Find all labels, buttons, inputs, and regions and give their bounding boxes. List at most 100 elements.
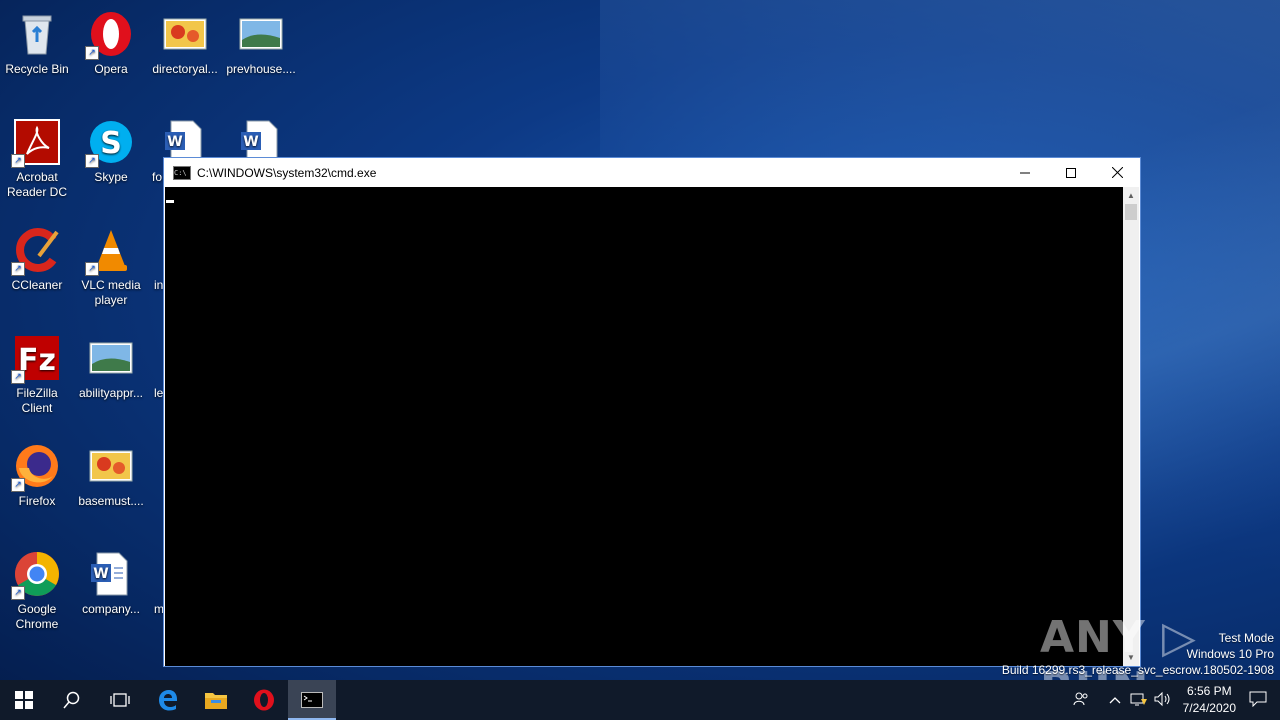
- desktop-icon-label: Skype: [94, 170, 128, 184]
- taskbar-opera[interactable]: [240, 680, 288, 720]
- shortcut-arrow-icon: ↗: [11, 262, 25, 276]
- desktop-icon-label: abilityappr...: [78, 386, 144, 400]
- shortcut-arrow-icon: ↗: [11, 370, 25, 384]
- console-area[interactable]: [165, 187, 1124, 666]
- desktop-icon-acrobat[interactable]: ↗ Acrobat Reader DC: [0, 112, 74, 200]
- clock-time: 6:56 PM: [1186, 684, 1232, 698]
- clock-date: 7/24/2020: [1182, 701, 1236, 715]
- taskbar-cmd[interactable]: [288, 680, 336, 720]
- action-center-button[interactable]: [1246, 691, 1270, 710]
- system-tray: 6:56 PM 7/24/2020: [1069, 680, 1280, 720]
- desktop-icon-label: VLC media player: [81, 278, 141, 307]
- cmd-icon: C:\: [173, 165, 191, 180]
- vertical-scrollbar[interactable]: ▲ ▼: [1123, 187, 1139, 666]
- search-icon: [63, 691, 80, 709]
- desktop-icon-ccleaner[interactable]: ↗ CCleaner: [0, 220, 74, 293]
- image-file-icon: [87, 442, 135, 490]
- shortcut-arrow-icon: ↗: [11, 154, 25, 168]
- taskbar: 6:56 PM 7/24/2020: [0, 680, 1280, 720]
- desktop-icon-directoryal[interactable]: directoryal...: [148, 4, 222, 77]
- desktop-icon-label: FileZilla Client: [16, 386, 58, 415]
- volume-icon: [1154, 691, 1170, 706]
- desktop-icon-recycle-bin[interactable]: Recycle Bin: [0, 4, 74, 77]
- recycle-bin-icon: [13, 10, 61, 58]
- desktop-icon-label: directoryal...: [152, 62, 218, 76]
- network-button[interactable]: [1127, 691, 1151, 710]
- text-cursor: [166, 200, 174, 203]
- window-titlebar[interactable]: C:\ C:\WINDOWS\system32\cmd.exe: [164, 158, 1140, 187]
- desktop-icon-firefox[interactable]: ↗ Firefox: [0, 436, 74, 509]
- watermark-line: Test Mode: [1218, 631, 1274, 645]
- word-document-icon: W: [87, 550, 135, 598]
- windows-logo-icon: [15, 691, 33, 709]
- people-icon: [1073, 692, 1088, 705]
- minimize-button[interactable]: [1002, 158, 1048, 187]
- notification-icon: [1249, 691, 1267, 707]
- desktop-icon-filezilla[interactable]: Fz ↗ FileZilla Client: [0, 328, 74, 416]
- desktop-icon-abilityappr[interactable]: abilityappr...: [74, 328, 148, 401]
- start-button[interactable]: [0, 680, 48, 720]
- acrobat-icon: ↗: [11, 118, 61, 168]
- svg-text:W: W: [167, 134, 182, 150]
- close-button[interactable]: [1094, 158, 1140, 187]
- test-mode-watermark: Test Mode Windows 10 Pro Build 16299.rs3…: [1002, 630, 1274, 678]
- watermark-line: Build 16299.rs3_release_svc_escrow.18050…: [1001, 663, 1274, 677]
- clock[interactable]: 6:56 PM 7/24/2020: [1183, 683, 1236, 717]
- desktop-icon-label: Firefox: [18, 494, 56, 508]
- opera-icon: ↗: [85, 10, 135, 60]
- image-file-icon: [237, 10, 285, 58]
- opera-icon: [254, 689, 274, 711]
- chrome-icon: ↗: [11, 550, 61, 600]
- svg-text:W: W: [243, 134, 258, 150]
- scroll-up-icon[interactable]: ▲: [1123, 187, 1139, 204]
- firefox-icon: ↗: [11, 442, 61, 492]
- desktop-icon-label: Opera: [94, 62, 128, 76]
- desktop-icon-skype[interactable]: S ↗ Skype: [74, 112, 148, 185]
- image-file-icon: [87, 334, 135, 382]
- desktop-icon-company[interactable]: W company...: [74, 544, 148, 617]
- edge-icon: [159, 690, 177, 711]
- shortcut-arrow-icon: ↗: [85, 154, 99, 168]
- desktop-icon-label: Google Chrome: [15, 602, 59, 631]
- ccleaner-icon: ↗: [11, 226, 61, 276]
- image-file-icon: [161, 10, 209, 58]
- desktop-icon-label: basemust....: [78, 494, 144, 508]
- shortcut-arrow-icon: ↗: [85, 46, 99, 60]
- shortcut-arrow-icon: ↗: [85, 262, 99, 276]
- chevron-up-icon: [1109, 697, 1121, 704]
- desktop-icon-label: company...: [82, 602, 140, 616]
- minimize-icon: [1020, 172, 1030, 173]
- window-title: C:\WINDOWS\system32\cmd.exe: [197, 165, 377, 180]
- desktop-icon-label: prevhouse....: [226, 62, 296, 76]
- scroll-thumb[interactable]: [1125, 204, 1137, 220]
- network-icon: [1130, 693, 1147, 705]
- people-button[interactable]: [1069, 691, 1093, 710]
- desktop-icon-prevhouse[interactable]: prevhouse....: [224, 4, 298, 77]
- shortcut-arrow-icon: ↗: [11, 586, 25, 600]
- skype-icon: S ↗: [85, 118, 135, 168]
- desktop-icon-label: Acrobat Reader DC: [6, 170, 68, 199]
- desktop-icon-label: CCleaner: [11, 278, 63, 292]
- file-explorer-icon: [205, 693, 227, 709]
- filezilla-icon: Fz ↗: [11, 334, 61, 384]
- svg-text:W: W: [93, 566, 108, 582]
- desktop-icon-chrome[interactable]: ↗ Google Chrome: [0, 544, 74, 632]
- taskbar-edge[interactable]: [144, 680, 192, 720]
- desktop-icon-label: Recycle Bin: [5, 62, 69, 76]
- desktop-icon-vlc[interactable]: ↗ VLC media player: [74, 220, 148, 308]
- search-button[interactable]: [48, 680, 96, 720]
- svg-text:S: S: [100, 126, 122, 161]
- cmd-window[interactable]: C:\ C:\WINDOWS\system32\cmd.exe ▲ ▼: [163, 157, 1141, 667]
- desktop-icon-basemust[interactable]: basemust....: [74, 436, 148, 509]
- volume-button[interactable]: [1151, 691, 1175, 710]
- show-hidden-icons-button[interactable]: [1103, 693, 1127, 707]
- maximize-icon: [1066, 167, 1076, 178]
- vlc-icon: ↗: [85, 226, 135, 276]
- watermark-line: Windows 10 Pro: [1186, 647, 1274, 661]
- task-view-button[interactable]: [96, 680, 144, 720]
- taskbar-file-explorer[interactable]: [192, 680, 240, 720]
- desktop-icon-opera[interactable]: ↗ Opera: [74, 4, 148, 77]
- maximize-button[interactable]: [1048, 158, 1094, 187]
- task-view-icon: [110, 693, 130, 707]
- close-icon: [1111, 167, 1123, 178]
